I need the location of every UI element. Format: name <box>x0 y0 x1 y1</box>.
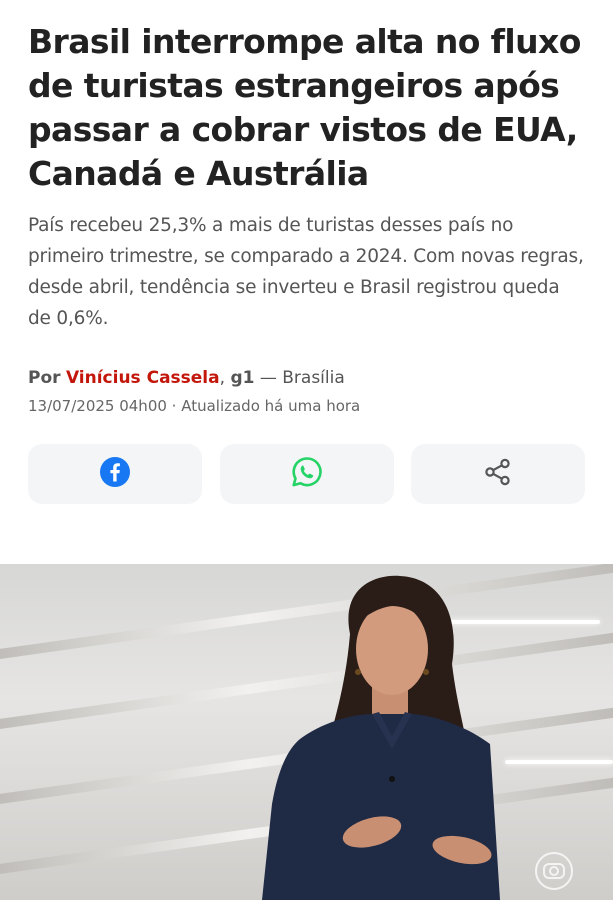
byline: Por Vinícius Cassela, g1 — Brasília <box>28 367 585 389</box>
share-button[interactable] <box>411 444 585 504</box>
video-player[interactable] <box>0 564 613 900</box>
share-bar <box>28 444 585 504</box>
presenter-figure <box>262 575 500 900</box>
whatsapp-share-button[interactable] <box>219 444 394 504</box>
byline-location: — Brasília <box>259 368 345 388</box>
headline: Brasil interrompe alta no fluxo de turis… <box>28 22 581 193</box>
subtitle: País recebeu 25,3% a mais de turistas de… <box>28 215 584 329</box>
byline-agency: g1 <box>230 368 255 388</box>
facebook-icon <box>99 456 131 492</box>
share-icon <box>482 456 514 492</box>
article-header: Brasil interrompe alta no fluxo de turis… <box>0 0 613 415</box>
author-link[interactable]: Vinícius Cassela <box>66 368 220 388</box>
facebook-share-button[interactable] <box>28 444 202 504</box>
byline-separator: , <box>219 368 226 388</box>
whatsapp-icon <box>290 455 324 493</box>
dateline: 13/07/2025 04h00 · Atualizado há uma hor… <box>28 397 361 415</box>
byline-prefix: Por <box>28 368 61 388</box>
globo-logo-icon <box>533 850 575 896</box>
